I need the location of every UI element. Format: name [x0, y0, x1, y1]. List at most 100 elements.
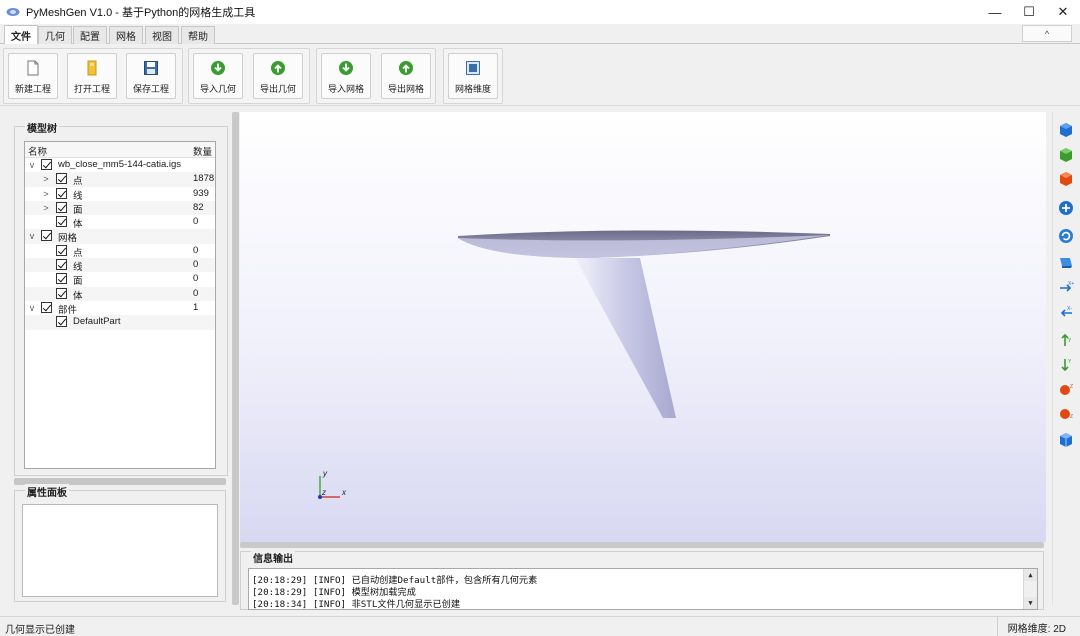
tab-help[interactable]: 帮助: [181, 26, 215, 44]
minimize-button[interactable]: —: [978, 0, 1012, 24]
zoom-fit-icon[interactable]: [1058, 200, 1074, 216]
view-cube-top-icon[interactable]: [1058, 171, 1074, 187]
save-disk-icon: [144, 61, 158, 75]
isometric-view-icon[interactable]: [1058, 432, 1074, 448]
reset-view-icon[interactable]: [1058, 228, 1074, 244]
tree-row-mesh[interactable]: v 网格: [25, 229, 215, 244]
tree-row-mesh-bodies[interactable]: 体 0: [25, 286, 215, 302]
tree-row-parts[interactable]: v 部件 1: [25, 301, 215, 316]
tree-row-default-part[interactable]: DefaultPart: [25, 315, 215, 330]
tab-config[interactable]: 配置: [73, 26, 107, 44]
z-axis-negative-icon[interactable]: Z: [1058, 406, 1074, 422]
tree-row-mesh-lines[interactable]: 线 0: [25, 258, 215, 274]
model-tree: 名称 数量 v wb_close_mm5-144-catia.igs > 点 1…: [24, 141, 216, 469]
column-name-header[interactable]: 名称: [28, 144, 47, 158]
checkbox[interactable]: [56, 316, 67, 328]
expand-chevron-icon[interactable]: >: [41, 173, 51, 185]
maximize-button[interactable]: ☐: [1012, 0, 1046, 24]
import-mesh-button[interactable]: 导入网格: [321, 53, 371, 99]
ribbon-collapse-button[interactable]: ^: [1022, 25, 1072, 42]
expand-chevron-icon[interactable]: >: [41, 188, 51, 200]
expand-chevron-icon[interactable]: v: [27, 230, 37, 242]
tree-row-mesh-faces[interactable]: 面 0: [25, 272, 215, 288]
vertical-splitter[interactable]: [232, 112, 239, 605]
axis-y-label: y: [322, 469, 328, 478]
tree-row-geo-faces[interactable]: > 面 82: [25, 200, 215, 216]
checkbox[interactable]: [56, 287, 67, 299]
import-geometry-button[interactable]: 导入几何: [193, 53, 243, 99]
tree-row-mesh-points[interactable]: 点 0: [25, 244, 215, 259]
open-project-button[interactable]: 打开工程: [67, 53, 117, 99]
3d-viewport[interactable]: y z x: [240, 112, 1046, 542]
surface-display-icon[interactable]: [1058, 254, 1074, 270]
new-file-icon: [27, 60, 39, 76]
tab-mesh[interactable]: 网格: [109, 26, 143, 44]
checkbox[interactable]: [56, 244, 67, 256]
svg-text:Z: Z: [1070, 414, 1073, 420]
tree-item-count: 0: [193, 273, 199, 285]
save-project-button[interactable]: 保存工程: [126, 53, 176, 99]
expand-chevron-icon[interactable]: v: [27, 302, 37, 314]
scroll-down-icon[interactable]: ▼: [1024, 597, 1037, 609]
view-cube-front-icon[interactable]: [1058, 122, 1074, 138]
export-geometry-button[interactable]: 导出几何: [253, 53, 303, 99]
log-output[interactable]: [20:18:29] [INFO] 已自动创建Default部件，包含所有几何元…: [248, 568, 1038, 610]
x-axis-negative-icon[interactable]: X-: [1058, 305, 1074, 321]
view-cube-side-icon[interactable]: [1058, 147, 1074, 163]
tree-row-geo-lines[interactable]: > 线 939: [25, 187, 215, 202]
checkbox[interactable]: [41, 301, 52, 313]
x-axis-positive-icon[interactable]: X+: [1058, 280, 1074, 296]
tree-row-geo-bodies[interactable]: 体 0: [25, 215, 215, 230]
ribbon: 新建工程 打开工程 保存工程 导入几何 导出几何 导入网格 导出网格 网格维度: [0, 44, 1080, 106]
model-tree-title: 模型树: [25, 120, 59, 135]
close-button[interactable]: ✕: [1046, 0, 1080, 24]
mesh-dimension-button[interactable]: 网格维度: [448, 53, 498, 99]
y-axis-negative-icon[interactable]: Y: [1058, 357, 1074, 373]
new-project-label: 新建工程: [14, 84, 51, 94]
expand-chevron-icon[interactable]: >: [41, 202, 51, 214]
tree-item-label: 面: [73, 276, 83, 288]
checkbox[interactable]: [41, 159, 52, 170]
checkbox[interactable]: [56, 216, 67, 228]
export-mesh-button[interactable]: 导出网格: [381, 53, 431, 99]
checkbox[interactable]: [56, 259, 67, 271]
scroll-up-icon[interactable]: ▲: [1024, 569, 1037, 581]
ribbon-tab-bar: 文件 几何 配置 网格 视图 帮助 ^: [0, 24, 1080, 45]
y-axis-positive-icon[interactable]: Y: [1058, 332, 1074, 348]
checkbox[interactable]: [56, 201, 67, 213]
viewport-splitter[interactable]: [240, 542, 1044, 548]
import-arrow-down-icon: [339, 61, 353, 75]
tree-item-label: 部件: [58, 304, 78, 316]
svg-text:Y: Y: [1068, 338, 1072, 344]
open-project-label: 打开工程: [73, 84, 110, 94]
tree-item-label: 体: [73, 290, 83, 302]
log-scrollbar[interactable]: ▲ ▼: [1023, 569, 1037, 609]
tab-view[interactable]: 视图: [145, 26, 179, 44]
export-geometry-label: 导出几何: [259, 84, 296, 94]
new-project-button[interactable]: 新建工程: [8, 53, 58, 99]
tree-item-label: 面: [73, 204, 83, 216]
tree-item-count: 0: [193, 244, 199, 256]
axis-z-label: z: [321, 488, 326, 497]
checkbox[interactable]: [56, 173, 67, 185]
checkbox[interactable]: [56, 273, 67, 285]
tab-file[interactable]: 文件: [4, 25, 38, 45]
info-output-panel: 信息输出 [20:18:29] [INFO] 已自动创建Default部件，包含…: [240, 550, 1044, 610]
tree-item-count: 82: [193, 201, 204, 213]
title-bar: PyMeshGen V1.0 - 基于Python的网格生成工具 — ☐ ✕: [0, 0, 1080, 24]
tree-row-geo-points[interactable]: > 点 1878: [25, 172, 215, 187]
tree-header: 名称 数量: [25, 142, 215, 158]
column-count-header[interactable]: 数量: [193, 144, 212, 158]
z-axis-positive-icon[interactable]: Z: [1058, 382, 1074, 398]
tab-geometry[interactable]: 几何: [38, 26, 72, 44]
ribbon-group-mesh: 导入网格 导出网格: [316, 48, 436, 104]
properties-panel-title: 属性面板: [25, 484, 69, 499]
tree-row-geometry-file[interactable]: v wb_close_mm5-144-catia.igs: [25, 158, 215, 172]
model-render: y z x: [318, 230, 830, 499]
expand-chevron-icon[interactable]: v: [27, 159, 37, 171]
export-arrow-up-icon: [271, 61, 285, 75]
checkbox[interactable]: [56, 187, 67, 199]
tree-item-label: 线: [73, 262, 83, 274]
checkbox[interactable]: [41, 230, 52, 242]
tree-item-count: 1: [193, 301, 199, 313]
